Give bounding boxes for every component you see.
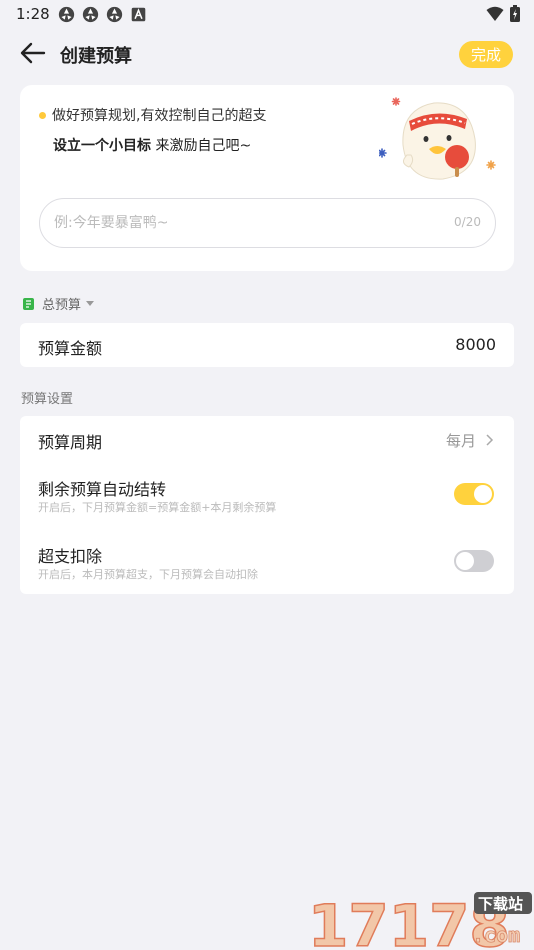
done-button[interactable]: 完成 bbox=[459, 41, 513, 68]
overspend-deduct-description: 开启后，本月预算超支，下月预算会自动扣除 bbox=[38, 568, 258, 581]
carryover-toggle[interactable] bbox=[454, 483, 494, 505]
back-arrow-icon[interactable] bbox=[18, 40, 48, 66]
carryover-description: 开启后，下月预算金额=预算金额+本月剩余预算 bbox=[38, 501, 277, 514]
site-watermark-logo: 17178 下载站 .com bbox=[307, 891, 532, 950]
budget-amount-row[interactable]: 预算金额 8000 bbox=[20, 323, 514, 367]
sparkle-icon bbox=[486, 160, 496, 170]
total-budget-label: 总预算 bbox=[42, 298, 82, 313]
status-notification-icons bbox=[58, 6, 147, 23]
status-time: 1:28 bbox=[16, 5, 50, 23]
goal-input-container: 0/20 bbox=[39, 198, 496, 248]
overspend-deduct-label: 超支扣除 bbox=[38, 547, 103, 566]
budget-amount-value: 8000 bbox=[455, 335, 496, 354]
tip-text: 做好预算规划,有效控制自己的超支 bbox=[52, 108, 267, 124]
sparkle-icon bbox=[379, 148, 387, 158]
total-budget-dropdown[interactable]: 总预算 bbox=[22, 294, 95, 313]
budget-period-label: 预算周期 bbox=[38, 433, 103, 452]
header: 创建预算 完成 bbox=[0, 30, 534, 78]
goal-char-counter: 0/20 bbox=[454, 215, 481, 229]
watermark-tag: 下载站 bbox=[478, 895, 523, 913]
overspend-deduct-toggle[interactable] bbox=[454, 550, 494, 572]
goal-input[interactable] bbox=[54, 199, 434, 247]
duck-mascot-illustration bbox=[379, 97, 496, 180]
app-notification-icon bbox=[106, 6, 123, 23]
goal-prompt: 设立一个小目标 来激励自己吧~ bbox=[53, 135, 251, 155]
tip-dot-icon bbox=[39, 111, 46, 119]
budget-period-value: 每月 bbox=[445, 432, 476, 450]
status-bar: 1:28 bbox=[0, 0, 534, 30]
goal-prompt-strong: 设立一个小目标 bbox=[53, 138, 151, 154]
wifi-icon bbox=[486, 6, 504, 21]
settings-card: 预算周期 每月 剩余预算自动结转 开启后，下月预算金额=预算金额+本月剩余预算 … bbox=[20, 416, 514, 594]
budget-amount-label: 预算金额 bbox=[38, 339, 103, 358]
app-notification-icon bbox=[82, 6, 99, 23]
accessibility-icon bbox=[131, 7, 146, 22]
goal-card: 做好预算规划,有效控制自己的超支 设立一个小目标 来激励自己吧~ 0/2 bbox=[20, 85, 514, 271]
caret-down-icon bbox=[86, 301, 95, 306]
app-notification-icon bbox=[58, 6, 75, 23]
chevron-right-icon bbox=[486, 434, 494, 446]
settings-section-label: 预算设置 bbox=[21, 392, 74, 407]
watermark-domain: .com bbox=[472, 923, 520, 947]
battery-icon bbox=[510, 5, 520, 22]
tip-line: 做好预算规划,有效控制自己的超支 bbox=[39, 105, 266, 125]
sparkle-icon bbox=[391, 97, 401, 106]
goal-prompt-rest: 来激励自己吧~ bbox=[151, 138, 252, 154]
status-right-icons bbox=[486, 5, 520, 22]
page-title: 创建预算 bbox=[60, 46, 132, 67]
budget-book-icon bbox=[23, 297, 34, 310]
carryover-label: 剩余预算自动结转 bbox=[38, 480, 167, 499]
toggle-knob bbox=[456, 552, 474, 570]
budget-period-row[interactable]: 预算周期 每月 bbox=[20, 416, 514, 464]
toggle-knob bbox=[474, 485, 492, 503]
